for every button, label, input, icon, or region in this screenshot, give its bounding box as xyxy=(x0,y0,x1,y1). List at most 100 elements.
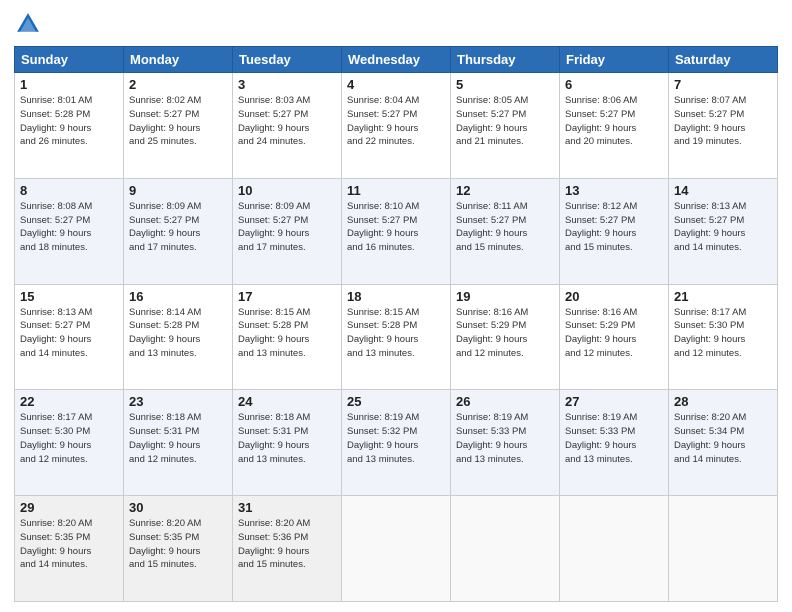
col-header-sunday: Sunday xyxy=(15,47,124,73)
day-number: 19 xyxy=(456,289,554,304)
day-info: Sunrise: 8:01 AM Sunset: 5:28 PM Dayligh… xyxy=(20,94,118,149)
day-info: Sunrise: 8:18 AM Sunset: 5:31 PM Dayligh… xyxy=(129,411,227,466)
day-cell: 2 Sunrise: 8:02 AM Sunset: 5:27 PM Daylig… xyxy=(124,73,233,179)
day-info: Sunrise: 8:08 AM Sunset: 5:27 PM Dayligh… xyxy=(20,200,118,255)
day-number: 15 xyxy=(20,289,118,304)
col-header-tuesday: Tuesday xyxy=(233,47,342,73)
day-info: Sunrise: 8:12 AM Sunset: 5:27 PM Dayligh… xyxy=(565,200,663,255)
col-header-wednesday: Wednesday xyxy=(342,47,451,73)
day-cell: 24 Sunrise: 8:18 AM Sunset: 5:31 PM Dayli… xyxy=(233,390,342,496)
day-number: 25 xyxy=(347,394,445,409)
day-info: Sunrise: 8:16 AM Sunset: 5:29 PM Dayligh… xyxy=(565,306,663,361)
day-cell xyxy=(451,496,560,602)
day-cell: 13 Sunrise: 8:12 AM Sunset: 5:27 PM Dayli… xyxy=(560,178,669,284)
day-number: 12 xyxy=(456,183,554,198)
day-cell: 28 Sunrise: 8:20 AM Sunset: 5:34 PM Dayli… xyxy=(669,390,778,496)
day-number: 13 xyxy=(565,183,663,198)
col-header-saturday: Saturday xyxy=(669,47,778,73)
day-cell: 26 Sunrise: 8:19 AM Sunset: 5:33 PM Dayli… xyxy=(451,390,560,496)
day-info: Sunrise: 8:19 AM Sunset: 5:33 PM Dayligh… xyxy=(565,411,663,466)
day-info: Sunrise: 8:18 AM Sunset: 5:31 PM Dayligh… xyxy=(238,411,336,466)
day-info: Sunrise: 8:13 AM Sunset: 5:27 PM Dayligh… xyxy=(674,200,772,255)
day-cell xyxy=(342,496,451,602)
day-info: Sunrise: 8:07 AM Sunset: 5:27 PM Dayligh… xyxy=(674,94,772,149)
day-cell: 17Sunrise: 8:15 AM Sunset: 5:28 PM Dayli… xyxy=(233,284,342,390)
day-info: Sunrise: 8:20 AM Sunset: 5:35 PM Dayligh… xyxy=(20,517,118,572)
week-row-1: 1Sunrise: 8:01 AM Sunset: 5:28 PM Daylig… xyxy=(15,73,778,179)
day-number: 18 xyxy=(347,289,445,304)
day-number: 9 xyxy=(129,183,227,198)
day-info: Sunrise: 8:09 AM Sunset: 5:27 PM Dayligh… xyxy=(129,200,227,255)
day-number: 26 xyxy=(456,394,554,409)
day-cell: 21 Sunrise: 8:17 AM Sunset: 5:30 PM Dayli… xyxy=(669,284,778,390)
day-cell: 8 Sunrise: 8:08 AM Sunset: 5:27 PM Daylig… xyxy=(15,178,124,284)
day-info: Sunrise: 8:16 AM Sunset: 5:29 PM Dayligh… xyxy=(456,306,554,361)
day-number: 16 xyxy=(129,289,227,304)
day-info: Sunrise: 8:14 AM Sunset: 5:28 PM Dayligh… xyxy=(129,306,227,361)
day-number: 2 xyxy=(129,77,227,92)
day-number: 10 xyxy=(238,183,336,198)
day-number: 5 xyxy=(456,77,554,92)
day-info: Sunrise: 8:02 AM Sunset: 5:27 PM Dayligh… xyxy=(129,94,227,149)
day-info: Sunrise: 8:10 AM Sunset: 5:27 PM Dayligh… xyxy=(347,200,445,255)
day-info: Sunrise: 8:11 AM Sunset: 5:27 PM Dayligh… xyxy=(456,200,554,255)
day-info: Sunrise: 8:19 AM Sunset: 5:33 PM Dayligh… xyxy=(456,411,554,466)
day-number: 28 xyxy=(674,394,772,409)
day-number: 7 xyxy=(674,77,772,92)
day-cell: 1Sunrise: 8:01 AM Sunset: 5:28 PM Daylig… xyxy=(15,73,124,179)
day-number: 17 xyxy=(238,289,336,304)
day-cell: 4 Sunrise: 8:04 AM Sunset: 5:27 PM Daylig… xyxy=(342,73,451,179)
col-header-thursday: Thursday xyxy=(451,47,560,73)
day-cell: 20 Sunrise: 8:16 AM Sunset: 5:29 PM Dayli… xyxy=(560,284,669,390)
day-number: 14 xyxy=(674,183,772,198)
day-number: 6 xyxy=(565,77,663,92)
day-number: 20 xyxy=(565,289,663,304)
day-cell: 14 Sunrise: 8:13 AM Sunset: 5:27 PM Dayli… xyxy=(669,178,778,284)
week-row-3: 15 Sunrise: 8:13 AM Sunset: 5:27 PM Dayli… xyxy=(15,284,778,390)
day-cell: 7 Sunrise: 8:07 AM Sunset: 5:27 PM Daylig… xyxy=(669,73,778,179)
day-cell: 25Sunrise: 8:19 AM Sunset: 5:32 PM Dayli… xyxy=(342,390,451,496)
day-cell: 3Sunrise: 8:03 AM Sunset: 5:27 PM Daylig… xyxy=(233,73,342,179)
day-number: 21 xyxy=(674,289,772,304)
day-cell: 30 Sunrise: 8:20 AM Sunset: 5:35 PM Dayli… xyxy=(124,496,233,602)
day-cell: 5 Sunrise: 8:05 AM Sunset: 5:27 PM Daylig… xyxy=(451,73,560,179)
calendar: SundayMondayTuesdayWednesdayThursdayFrid… xyxy=(14,46,778,602)
day-number: 22 xyxy=(20,394,118,409)
day-info: Sunrise: 8:06 AM Sunset: 5:27 PM Dayligh… xyxy=(565,94,663,149)
day-number: 30 xyxy=(129,500,227,515)
day-info: Sunrise: 8:09 AM Sunset: 5:27 PM Dayligh… xyxy=(238,200,336,255)
day-number: 27 xyxy=(565,394,663,409)
day-cell: 23 Sunrise: 8:18 AM Sunset: 5:31 PM Dayli… xyxy=(124,390,233,496)
day-number: 24 xyxy=(238,394,336,409)
day-cell xyxy=(560,496,669,602)
day-number: 11 xyxy=(347,183,445,198)
calendar-header-row: SundayMondayTuesdayWednesdayThursdayFrid… xyxy=(15,47,778,73)
day-number: 29 xyxy=(20,500,118,515)
day-info: Sunrise: 8:17 AM Sunset: 5:30 PM Dayligh… xyxy=(20,411,118,466)
day-cell: 11 Sunrise: 8:10 AM Sunset: 5:27 PM Dayli… xyxy=(342,178,451,284)
day-info: Sunrise: 8:20 AM Sunset: 5:36 PM Dayligh… xyxy=(238,517,336,572)
day-cell: 19 Sunrise: 8:16 AM Sunset: 5:29 PM Dayli… xyxy=(451,284,560,390)
day-cell xyxy=(669,496,778,602)
day-cell: 22 Sunrise: 8:17 AM Sunset: 5:30 PM Dayli… xyxy=(15,390,124,496)
day-cell: 10 Sunrise: 8:09 AM Sunset: 5:27 PM Dayli… xyxy=(233,178,342,284)
day-number: 4 xyxy=(347,77,445,92)
day-info: Sunrise: 8:04 AM Sunset: 5:27 PM Dayligh… xyxy=(347,94,445,149)
day-info: Sunrise: 8:13 AM Sunset: 5:27 PM Dayligh… xyxy=(20,306,118,361)
week-row-4: 22 Sunrise: 8:17 AM Sunset: 5:30 PM Dayli… xyxy=(15,390,778,496)
day-info: Sunrise: 8:05 AM Sunset: 5:27 PM Dayligh… xyxy=(456,94,554,149)
day-info: Sunrise: 8:20 AM Sunset: 5:34 PM Dayligh… xyxy=(674,411,772,466)
day-info: Sunrise: 8:17 AM Sunset: 5:30 PM Dayligh… xyxy=(674,306,772,361)
header xyxy=(14,10,778,38)
week-row-5: 29 Sunrise: 8:20 AM Sunset: 5:35 PM Dayli… xyxy=(15,496,778,602)
day-cell: 6 Sunrise: 8:06 AM Sunset: 5:27 PM Daylig… xyxy=(560,73,669,179)
day-cell: 16 Sunrise: 8:14 AM Sunset: 5:28 PM Dayli… xyxy=(124,284,233,390)
col-header-monday: Monday xyxy=(124,47,233,73)
page: SundayMondayTuesdayWednesdayThursdayFrid… xyxy=(0,0,792,612)
day-number: 23 xyxy=(129,394,227,409)
day-info: Sunrise: 8:15 AM Sunset: 5:28 PM Dayligh… xyxy=(347,306,445,361)
day-cell: 15 Sunrise: 8:13 AM Sunset: 5:27 PM Dayli… xyxy=(15,284,124,390)
day-number: 8 xyxy=(20,183,118,198)
day-info: Sunrise: 8:20 AM Sunset: 5:35 PM Dayligh… xyxy=(129,517,227,572)
day-cell: 12 Sunrise: 8:11 AM Sunset: 5:27 PM Dayli… xyxy=(451,178,560,284)
